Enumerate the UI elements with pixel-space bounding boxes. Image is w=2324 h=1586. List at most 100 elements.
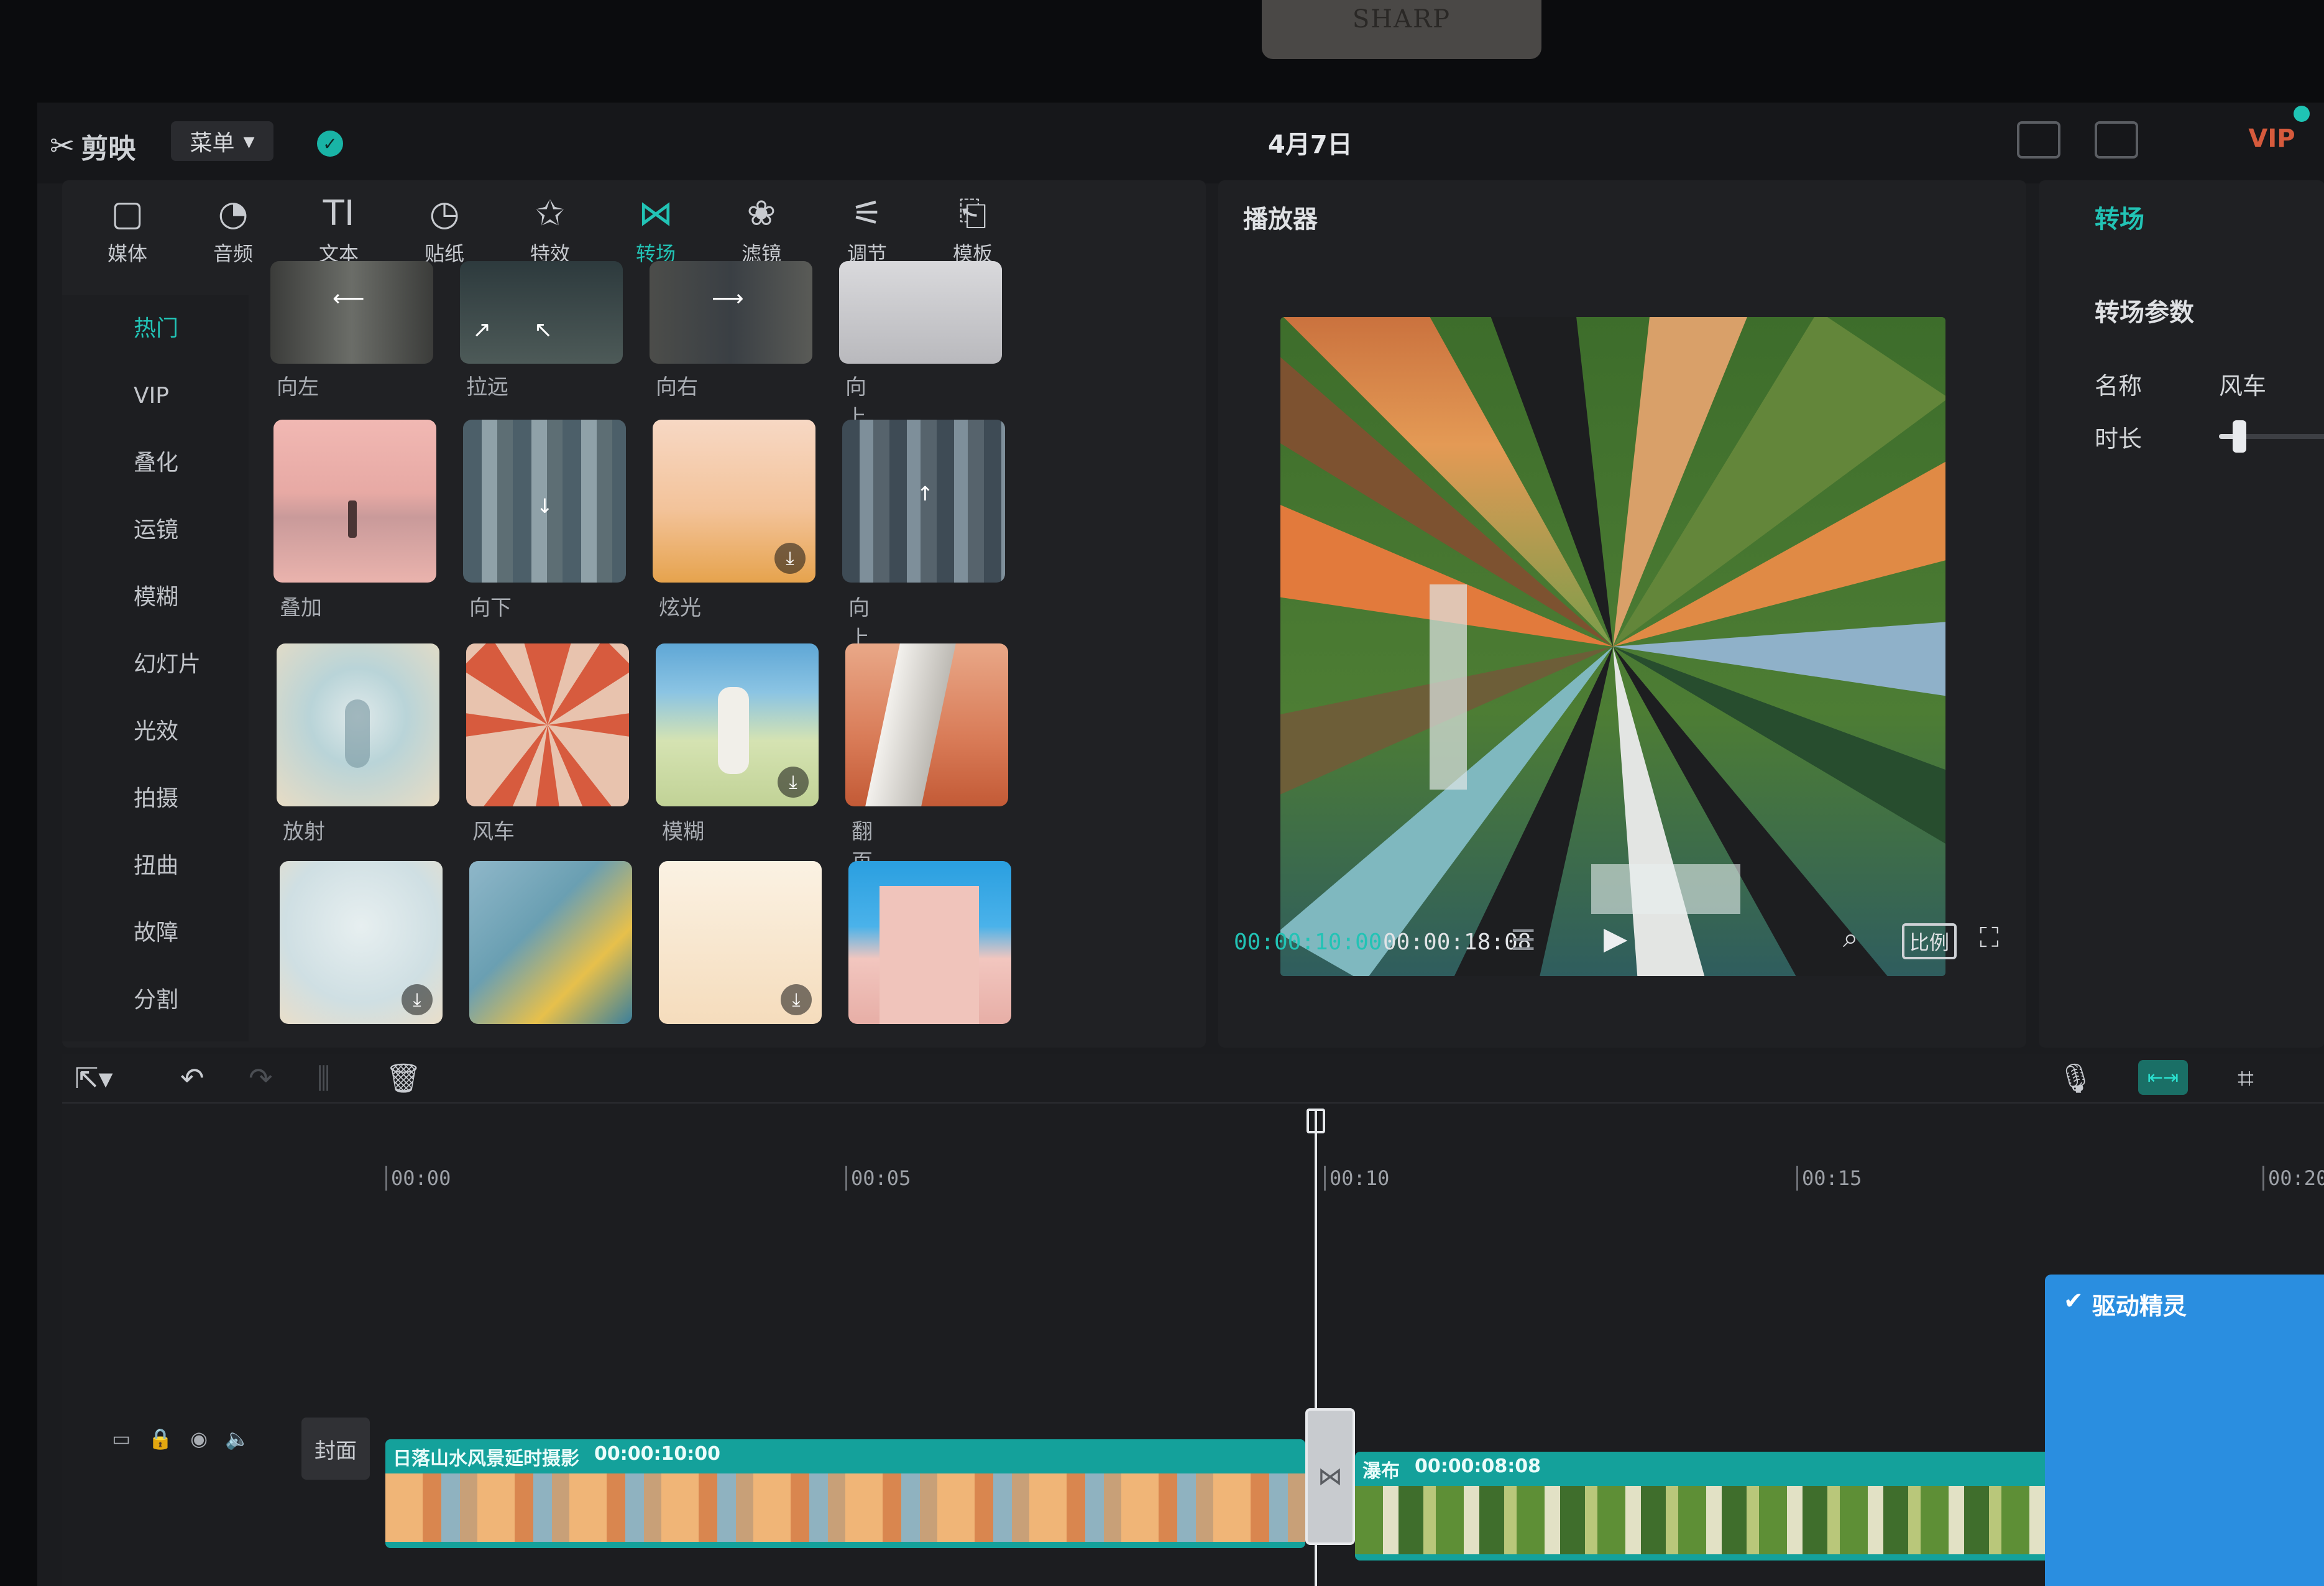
text-icon: TI	[323, 193, 355, 234]
category-item[interactable]: 拍摄	[62, 765, 249, 832]
transition-tile[interactable]: ↓	[463, 420, 626, 583]
download-icon[interactable]: ⤓	[781, 984, 812, 1015]
arrow-right-icon: ⟶	[712, 286, 744, 311]
transition-tile[interactable]: ⟵	[270, 261, 433, 364]
tab-media[interactable]: ▢ 媒体	[75, 190, 180, 283]
ruler-label: 00:05	[845, 1166, 911, 1191]
download-icon[interactable]: ⤓	[402, 984, 433, 1015]
video-clip-1[interactable]: 日落山水风景延时摄影 00:00:10:00	[385, 1439, 1305, 1548]
mute-icon[interactable]: 🔈	[225, 1427, 250, 1450]
capcut-logo-icon: ✂	[50, 129, 75, 164]
driver-notification[interactable]: ✔ 驱动精灵	[2045, 1275, 2324, 1586]
ruler-label: 00:00	[385, 1166, 451, 1191]
clip-thumbnails	[1355, 1486, 2107, 1554]
duration-slider[interactable]	[2219, 420, 2324, 453]
lock-icon[interactable]: 🔒	[148, 1427, 173, 1450]
redo-icon[interactable]: ↷	[249, 1061, 273, 1095]
cover-button[interactable]: 封面	[301, 1418, 370, 1480]
vip-badge[interactable]: VIP	[2225, 120, 2318, 157]
chevron-down-icon: ▾	[243, 128, 255, 154]
transition-tile[interactable]: ⟶	[650, 261, 812, 364]
tile-label: 向左	[277, 375, 319, 400]
category-item[interactable]: 分割	[62, 967, 249, 1034]
link-toggle-icon[interactable]: ⌗	[2238, 1061, 2254, 1096]
section-title: 转场参数	[2095, 298, 2194, 327]
fullscreen-icon[interactable]: ⛶	[1980, 922, 1999, 954]
visibility-icon[interactable]: ◉	[190, 1427, 208, 1450]
player-title: 播放器	[1243, 205, 1318, 234]
category-item[interactable]: 叠化	[62, 430, 249, 497]
transition-tile[interactable]: ⤓	[656, 643, 819, 806]
arrow-expand-icon: ↗ ↖	[472, 317, 553, 343]
name-label: 名称	[2095, 372, 2143, 400]
category-item[interactable]: VIP	[62, 362, 249, 430]
transition-tile[interactable]	[845, 643, 1008, 806]
category-item[interactable]: 模糊	[62, 564, 249, 631]
tile-label: 向上	[848, 596, 870, 651]
play-button[interactable]: ▶	[1604, 920, 1627, 956]
resource-panel: ▢ 媒体 ◔ 音频 TI 文本 ◷ 贴纸 ✩ 特效 ⋈ 转场 ❀ 滤镜 ⚟ 调节 ⎗ 模板 热门 VIP 叠化 运镜 模糊…	[62, 180, 1206, 1048]
track-controls: ▭ 🔒 ◉ 🔈	[112, 1427, 250, 1450]
player-panel: 播放器 00:00:10:00 00:00:18:08 ☰ ▶ ⌕ 比例 ⛶	[1218, 180, 2026, 1048]
category-item[interactable]: 幻灯片	[62, 631, 249, 698]
video-clip-2[interactable]: 瀑布 00:00:08:08	[1355, 1452, 2107, 1561]
menu-button[interactable]: 菜单 ▾	[171, 121, 273, 161]
transition-tile[interactable]	[466, 643, 629, 806]
transition-tile[interactable]	[848, 861, 1011, 1024]
transition-marker[interactable]: ⋈	[1305, 1408, 1355, 1545]
page-curl-shape	[865, 643, 956, 806]
effects-icon: ✩	[535, 193, 565, 234]
undo-icon[interactable]: ↶	[180, 1061, 204, 1095]
snap-toggle-icon[interactable]: ⇤⇥	[2138, 1060, 2188, 1095]
transition-tile[interactable]: ⤓	[659, 861, 822, 1024]
adjust-icon: ⚟	[851, 193, 883, 234]
tab-label: 音频	[213, 242, 253, 265]
transition-tile[interactable]: ↗ ↖	[460, 261, 623, 364]
shortcut-button[interactable]	[2095, 121, 2138, 159]
split-icon[interactable]: ⫼	[317, 1061, 330, 1096]
tab-transition[interactable]: 转场	[2095, 199, 2144, 235]
category-item[interactable]: 光效	[62, 698, 249, 765]
clip-header: 日落山水风景延时摄影 00:00:10:00	[393, 1443, 720, 1470]
clip-name: 瀑布	[1362, 1460, 1400, 1482]
transition-tile[interactable]	[469, 861, 632, 1024]
download-icon[interactable]: ⤓	[774, 543, 806, 574]
layout-button[interactable]	[2017, 121, 2060, 159]
app-name: 剪映	[81, 133, 136, 165]
ratio-button[interactable]: 比例	[1902, 923, 1957, 959]
check-icon: ✔	[2064, 1287, 2083, 1314]
tile-label: 拉远	[466, 375, 508, 400]
category-sidebar: 热门 VIP 叠化 运镜 模糊 幻灯片 光效 拍摄 扭曲 故障 分割	[62, 295, 249, 1041]
arrow-down-icon: ↓	[536, 494, 553, 518]
notification-dot	[2294, 106, 2310, 122]
ruler-label: 00:10	[1324, 1166, 1389, 1191]
transition-icon: ⋈	[638, 193, 673, 234]
transition-tile[interactable]: ⤓	[653, 420, 815, 583]
microphone-icon[interactable]: 🎙	[2057, 1061, 2093, 1095]
select-tool-icon[interactable]: ⇱▾	[75, 1061, 113, 1095]
category-item[interactable]: 扭曲	[62, 832, 249, 900]
list-view-icon[interactable]: ☰	[1510, 923, 1536, 957]
category-item[interactable]: 运镜	[62, 497, 249, 564]
sync-status-icon[interactable]: ✓	[317, 131, 343, 157]
transition-tile[interactable]	[839, 261, 1002, 364]
tab-label: 媒体	[107, 242, 147, 265]
driver-title-row: ✔ 驱动精灵	[2064, 1287, 2187, 1321]
tile-label: 向右	[656, 375, 698, 400]
transition-tile[interactable]	[277, 643, 439, 806]
video-preview[interactable]	[1280, 317, 1945, 976]
download-icon[interactable]: ⤓	[778, 767, 809, 798]
zoom-fit-icon[interactable]: ⌕	[1843, 922, 1858, 954]
transition-tile[interactable]: ↑	[842, 420, 1005, 583]
timeline-panel: ⇱▾ ↶ ↷ ⫼ 🗑 🎙 ⇤⇥ ⌗ 00:00 00:05 00:10 00:1…	[62, 1054, 2324, 1586]
clip-thumbnails	[385, 1473, 1305, 1542]
figure-shape	[718, 687, 749, 774]
track-video-icon[interactable]: ▭	[112, 1427, 131, 1450]
transition-tile[interactable]	[273, 420, 436, 583]
duration-slider-handle[interactable]	[2233, 420, 2246, 453]
transition-tile[interactable]: ⤓	[280, 861, 443, 1024]
figure-shape	[348, 500, 357, 538]
category-item[interactable]: 热门	[62, 295, 249, 362]
category-item[interactable]: 故障	[62, 900, 249, 967]
delete-icon[interactable]: 🗑	[385, 1061, 421, 1095]
